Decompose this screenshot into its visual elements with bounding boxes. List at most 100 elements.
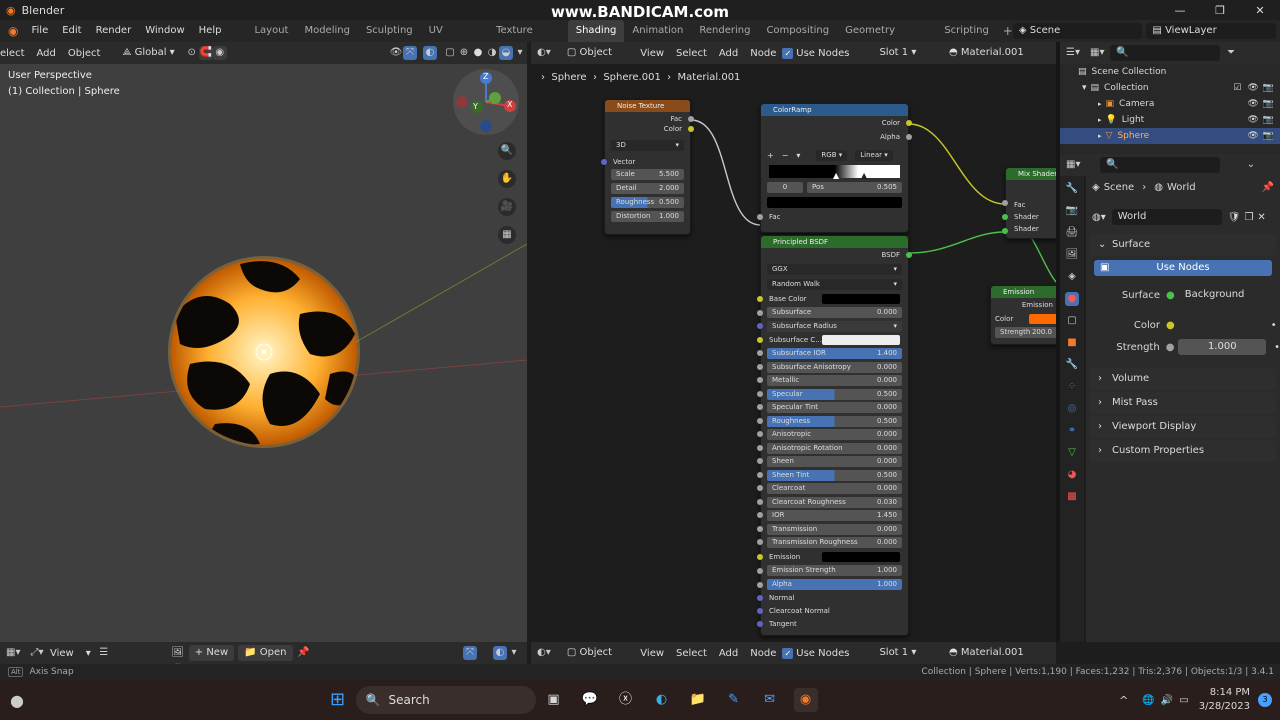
proportional-edit-icon[interactable]: ◉ (212, 46, 227, 60)
panel-custom-properties[interactable]: › Custom Properties (1090, 440, 1276, 462)
rendered-shading-icon[interactable]: ◒ (499, 46, 513, 60)
node-menu-add[interactable]: Add (719, 48, 738, 59)
add-stop-icon[interactable]: + (767, 151, 774, 160)
properties-options-icon[interactable]: ⌄ (1244, 158, 1258, 172)
noise-distortion-field[interactable]: Distortion 1.000 (611, 211, 684, 222)
principled-bsdf-node[interactable]: Principled BSDF BSDF GGX ▾ Random Walk ▾ B… (757, 235, 912, 636)
tab-layout[interactable]: Layout (246, 20, 296, 42)
collection-tab-icon[interactable]: ▢ (1065, 314, 1079, 328)
overlay-toggle-icon[interactable]: ◐ (493, 646, 507, 660)
visibility-icon[interactable]: 👁 (389, 46, 403, 60)
xbox-icon[interactable]: ⓧ (614, 688, 638, 712)
base-color-swatch[interactable] (822, 294, 900, 304)
fake-user-icon[interactable]: 🛡 (1228, 212, 1241, 223)
world-strength-field[interactable]: 1.000 (1178, 339, 1267, 355)
editor-type-icon[interactable]: ◐▾ (537, 646, 551, 660)
camera-render-icon[interactable]: 📷 (1263, 99, 1274, 109)
socket-icon[interactable] (757, 553, 763, 560)
camera-render-icon[interactable]: 📷 (1263, 131, 1274, 141)
bsdf-ior-input[interactable]: IOR 1.450 (757, 509, 908, 523)
bsdf-sheen-input[interactable]: Sheen 0.000 (757, 455, 908, 469)
menu-edit[interactable]: Edit (55, 20, 88, 42)
display-mode-icon[interactable]: ▦▾ (1090, 46, 1104, 60)
mail-icon[interactable]: ✉ (758, 688, 782, 712)
tab-modeling[interactable]: Modeling (296, 20, 358, 42)
use-nodes-button[interactable]: ▣ Use Nodes (1094, 260, 1272, 276)
tab-geometry-nodes[interactable]: Geometry Nodes (837, 20, 936, 58)
socket-icon[interactable] (757, 525, 763, 532)
particles-tab-icon[interactable]: ⁘ (1065, 380, 1079, 394)
subsurface-radius-input[interactable]: Subsurface Radius ▾ (757, 320, 908, 333)
subsurface-input[interactable]: Subsurface 0.000 (757, 306, 908, 320)
noise-detail-field[interactable]: Detail 2.000 (611, 183, 684, 194)
pan-icon[interactable]: ✋ (498, 170, 516, 188)
colorramp-index-field[interactable]: 0 (767, 182, 803, 193)
color-socket-icon[interactable]: ● (1166, 320, 1175, 331)
camera-view-icon[interactable]: 🎥 (498, 198, 516, 216)
clock[interactable]: 8:14 PM 3/28/2023 (1199, 686, 1250, 714)
scene-selector[interactable]: ◈ Scene (1012, 23, 1143, 39)
tab-animation[interactable]: Animation (624, 20, 691, 42)
disclosure-icon[interactable]: ▸ (1098, 132, 1102, 140)
bsdf-subsurface-ior-input[interactable]: Subsurface IOR 1.400 (757, 347, 908, 361)
socket-icon[interactable] (757, 539, 763, 545)
bsdf-specular-tint-input[interactable]: Specular Tint 0.000 (757, 401, 908, 415)
scene-tab-icon[interactable]: ◈ (1065, 270, 1079, 284)
emission-input[interactable]: Emission (757, 550, 908, 564)
world-color-swatch[interactable] (1178, 317, 1267, 333)
socket-icon[interactable] (757, 485, 763, 491)
pin-icon[interactable]: 📌 (1262, 182, 1274, 193)
panel-volume[interactable]: › Volume (1090, 368, 1276, 390)
socket-icon[interactable] (757, 471, 763, 478)
socket-icon[interactable] (757, 498, 763, 505)
3d-viewport[interactable]: Z X Y User Perspective (1) Collection | … (0, 64, 527, 642)
tab-texture-paint[interactable]: Texture Paint (488, 20, 568, 58)
material-tab-icon[interactable]: ◕ (1065, 468, 1079, 482)
socket-icon[interactable] (757, 417, 763, 424)
chat-icon[interactable]: 💬 (578, 688, 602, 712)
colorramp-interp-dropdown[interactable]: Linear ▾ (855, 150, 893, 161)
blender-taskbar-icon[interactable]: ◉ (793, 688, 818, 712)
noise-scale-field[interactable]: Scale 5.500 (611, 169, 684, 180)
node-menu-node[interactable]: Node (750, 648, 776, 659)
alpha-input[interactable]: Alpha 1.000 (757, 578, 908, 592)
colorramp-node[interactable]: ColorRamp Color Alpha + − ▾ RGB ▾ Linear… (757, 103, 912, 233)
outliner-item-camera[interactable]: ▸ ▣ Camera 👁 📷 (1060, 96, 1280, 112)
socket-icon[interactable] (757, 214, 763, 220)
transform-orientation-dropdown[interactable]: ⟁ Global ▾ (116, 45, 181, 61)
bsdf-clearcoat-roughness-input[interactable]: Clearcoat Roughness 0.030 (757, 496, 908, 510)
subsurface-color-input[interactable]: Subsurface C... (757, 333, 908, 347)
viewport-menu-add[interactable]: Add (37, 48, 56, 59)
editor-type-icon[interactable]: ◐▾ (537, 46, 551, 60)
material-selector[interactable]: ◓ Material.001 (942, 45, 1052, 61)
bsdf-specular-input[interactable]: Specular 0.500 (757, 388, 908, 402)
hamburger-icon[interactable]: ☰ (97, 646, 111, 660)
bsdf-sheen-tint-input[interactable]: Sheen Tint 0.500 (757, 469, 908, 483)
output-tab-icon[interactable]: 🖨 (1065, 226, 1079, 240)
tab-rendering[interactable]: Rendering (691, 20, 758, 42)
image-menu-view[interactable]: View (50, 648, 74, 659)
bsdf-clearcoat-input[interactable]: Clearcoat 0.000 (757, 482, 908, 496)
close-icon[interactable]: ✕ (1240, 4, 1280, 17)
tab-scripting[interactable]: Scripting (936, 20, 996, 42)
volume-icon[interactable]: 🔊 (1161, 695, 1173, 706)
socket-icon[interactable] (757, 377, 763, 383)
colorramp-menu-icon[interactable]: ▾ (796, 151, 800, 160)
camera-render-icon[interactable]: 📷 (1263, 83, 1274, 93)
colorramp-pos-field[interactable]: Pos 0.505 (807, 182, 902, 193)
emission-strength-input[interactable]: Emission Strength 1.000 (757, 564, 908, 578)
image-browse-icon[interactable]: 🖼▾ (171, 646, 185, 672)
noise-dimension-dropdown[interactable]: 3D ▾ (611, 140, 684, 151)
blender-menu-icon[interactable]: ◉ (8, 24, 18, 38)
slot-dropdown[interactable]: Slot 1 ▾ (873, 645, 935, 661)
emission-color-swatch[interactable] (822, 551, 900, 562)
duplicate-icon[interactable]: ❐ (1244, 212, 1253, 223)
properties-search-input[interactable]: 🔍 (1100, 157, 1220, 173)
colorramp-alpha-output[interactable]: Alpha (761, 130, 912, 144)
socket-icon[interactable] (757, 310, 763, 316)
chevron-down-icon[interactable]: ▾ (507, 646, 521, 660)
checkbox-icon[interactable]: ☑ (1233, 83, 1241, 93)
outliner-item-light[interactable]: ▸ 💡 Light 👁 📷 (1060, 112, 1280, 128)
weather-icon[interactable]: ● (10, 691, 24, 710)
object-tab-icon[interactable]: ■ (1065, 336, 1079, 350)
